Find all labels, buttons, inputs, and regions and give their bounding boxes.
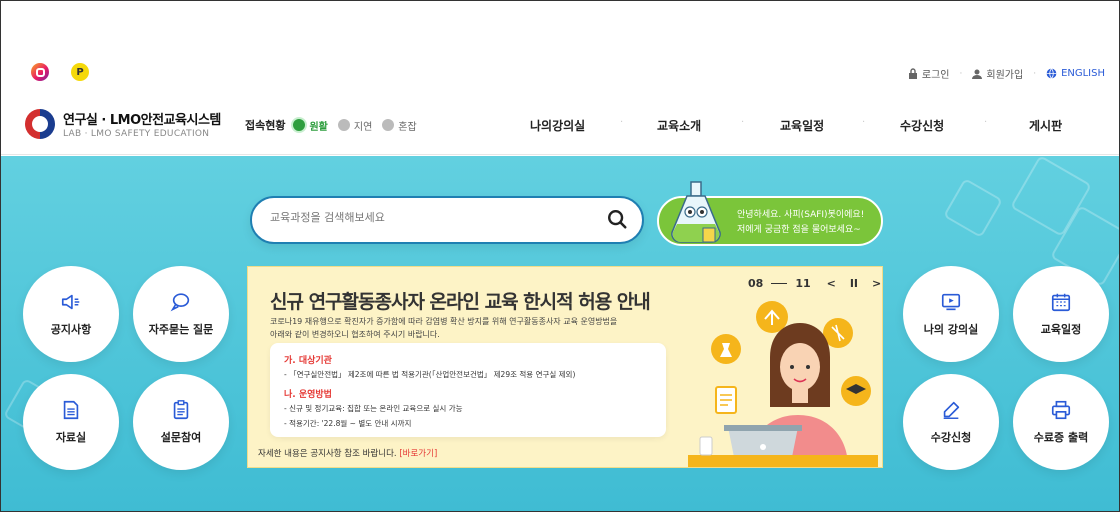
divider: · [741, 117, 745, 128]
safi-mascot-icon [671, 181, 721, 243]
quick-my-classroom-label: 나의 강의실 [923, 323, 979, 336]
quick-certificate-label: 수료증 출력 [1033, 431, 1089, 444]
quick-archive-button[interactable]: 자료실 [23, 374, 119, 470]
header: 연구실 · LMO안전교육시스템 LAB · LMO SAFETY EDUCAT… [1, 105, 1119, 155]
signup-link[interactable]: 회원가입 [972, 66, 1023, 81]
notice-shortcut-link[interactable]: [바로가기] [399, 449, 437, 459]
notice-footer: 자세한 내용은 공지사항 참조 바랍니다. [바로가기] [258, 449, 438, 459]
notice-description: 코로나19 재유행으로 확진자가 증가함에 따라 감염병 확산 방지를 위해 연… [270, 317, 618, 339]
quick-faq-label: 자주묻는 질문 [148, 323, 214, 336]
chatbot-greeting: 안녕하세요. 사피(SAFI)봇이에요! [737, 210, 865, 220]
notice-banner[interactable]: 신규 연구활동종사자 온라인 교육 한시적 허용 안내 코로나19 재유행으로 … [247, 266, 883, 468]
signup-label: 회원가입 [986, 70, 1024, 81]
quick-notice-label: 공지사항 [50, 323, 92, 336]
page-frame: P 로그인 · 회원가입 · ENGLISH 연구실 · LMO안전교육시스템 [0, 0, 1120, 512]
document-icon [63, 400, 79, 420]
quick-enroll-label: 수강신청 [930, 431, 972, 444]
notice-method-heading: 나. 운영방법 [284, 390, 332, 400]
quick-survey-label: 설문참여 [160, 431, 202, 444]
play-screen-icon [941, 293, 961, 311]
globe-icon [1046, 68, 1057, 79]
divider: · [862, 117, 866, 128]
notice-title: 신규 연구활동종사자 온라인 교육 한시적 허용 안내 [270, 291, 651, 313]
divider: · [1033, 68, 1037, 79]
nav-my-classroom[interactable]: 나의강의실 [530, 117, 585, 134]
quick-archive-label: 자료실 [55, 431, 87, 444]
printer-icon [1051, 400, 1071, 420]
chatbot-prompt: 저에게 궁금한 점을 물어보세요~ [737, 225, 861, 235]
nav-enrollment[interactable]: 수강신청 [900, 117, 944, 134]
login-label: 로그인 [921, 70, 950, 81]
megaphone-icon [61, 294, 80, 310]
divider: · [984, 117, 988, 128]
nav-education-intro[interactable]: 교육소개 [657, 117, 701, 134]
quick-faq-button[interactable]: 자주묻는 질문 [133, 266, 229, 362]
chatbot-banner[interactable]: 안녕하세요. 사피(SAFI)봇이에요! 저에게 궁금한 점을 물어보세요~ [657, 181, 883, 246]
utility-menu: 로그인 · 회원가입 · ENGLISH [908, 66, 1105, 81]
notice-detail-box: 가. 대상기관 - 「연구실안전법」 제2조에 따른 법 적용기관(「산업안전보… [270, 343, 666, 437]
clipboard-icon [173, 400, 189, 420]
quick-enroll-button[interactable]: 수강신청 [903, 374, 999, 470]
divider: · [620, 117, 624, 128]
pager-dash [771, 283, 788, 284]
pencil-icon [943, 401, 960, 419]
nav-board[interactable]: 게시판 [1029, 117, 1062, 134]
sns-links: P [31, 63, 89, 81]
notice-period-line: - 적용기간: '22.8월 ~ 별도 안내 시까지 [284, 419, 412, 428]
chat-bubble-icon [170, 293, 190, 312]
english-label: ENGLISH [1061, 68, 1105, 79]
quick-schedule-label: 교육일정 [1040, 323, 1082, 336]
main-nav: 나의강의실 · 교육소개 · 교육일정 · 수강신청 · 게시판 [1, 117, 1119, 137]
user-icon [972, 69, 983, 79]
hero-section: 안녕하세요. 사피(SAFI)봇이에요! 저에게 궁금한 점을 물어보세요~ 공… [1, 156, 1119, 511]
search-input[interactable] [270, 211, 600, 224]
search-icon[interactable] [606, 208, 628, 230]
quick-survey-button[interactable]: 설문참여 [133, 374, 229, 470]
notice-target-heading: 가. 대상기관 [284, 356, 332, 366]
login-link[interactable]: 로그인 [908, 66, 950, 81]
course-search [250, 196, 644, 244]
calendar-icon [1051, 293, 1071, 312]
lock-icon [908, 68, 917, 79]
quick-my-classroom-button[interactable]: 나의 강의실 [903, 266, 999, 362]
woman-laptop-illustration [688, 301, 878, 467]
english-link[interactable]: ENGLISH [1046, 68, 1105, 79]
notice-method-line: - 신규 및 정기교육: 집합 또는 온라인 교육으로 실시 가능 [284, 404, 463, 413]
quick-notice-button[interactable]: 공지사항 [23, 266, 119, 362]
decor-hexagon [942, 177, 1004, 239]
nav-education-schedule[interactable]: 교육일정 [780, 117, 824, 134]
quick-certificate-button[interactable]: 수료증 출력 [1013, 374, 1109, 470]
top-utility-bar: P 로그인 · 회원가입 · ENGLISH [1, 57, 1119, 89]
divider: · [959, 68, 963, 79]
notice-target-line: - 「연구실안전법」 제2조에 따른 법 적용기관(「산업안전보건법」 제29조… [284, 370, 576, 379]
quick-schedule-button[interactable]: 교육일정 [1013, 266, 1109, 362]
pay-icon[interactable]: P [71, 63, 89, 81]
instagram-icon[interactable] [31, 63, 49, 81]
